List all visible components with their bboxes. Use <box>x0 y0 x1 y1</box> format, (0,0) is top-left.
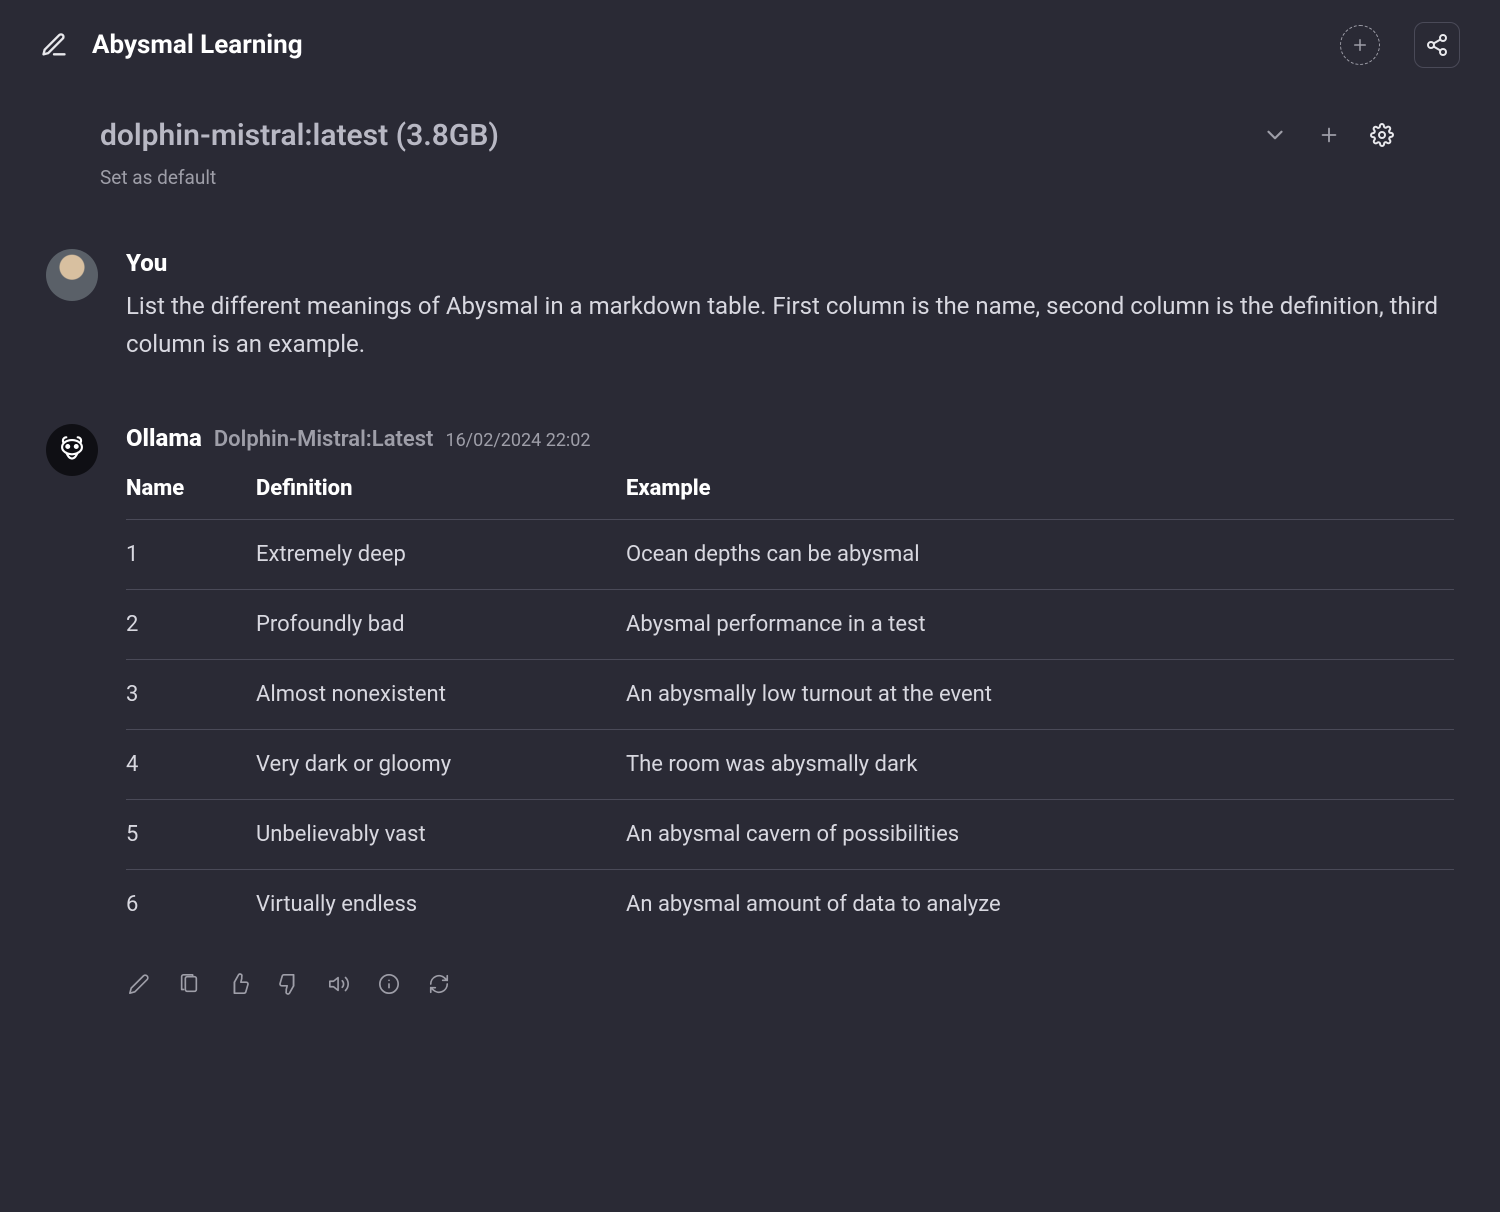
table-row: 2 Profoundly bad Abysmal performance in … <box>126 589 1454 659</box>
user-message-text: List the different meanings of Abysmal i… <box>126 287 1454 364</box>
edit-icon[interactable] <box>128 973 150 995</box>
thumbs-up-icon[interactable] <box>228 973 250 995</box>
settings-button[interactable] <box>1364 117 1400 153</box>
copy-icon[interactable] <box>178 973 200 995</box>
table-row: 4 Very dark or gloomy The room was abysm… <box>126 729 1454 799</box>
table-row: 6 Virtually endless An abysmal amount of… <box>126 869 1454 939</box>
table-row: 3 Almost nonexistent An abysmally low tu… <box>126 659 1454 729</box>
model-selector[interactable]: dolphin-mistral:latest (3.8GB) <box>100 118 499 153</box>
table-header-example: Example <box>626 462 1454 520</box>
cell-name: 3 <box>126 659 256 729</box>
table-header-definition: Definition <box>256 462 626 520</box>
cell-example: Ocean depths can be abysmal <box>626 519 1454 589</box>
table-row: 5 Unbelievably vast An abysmal cavern of… <box>126 799 1454 869</box>
cell-definition: Extremely deep <box>256 519 626 589</box>
sender-label: You <box>126 249 167 277</box>
cell-name: 5 <box>126 799 256 869</box>
cell-name: 4 <box>126 729 256 799</box>
chat-title: Abysmal Learning <box>92 30 303 60</box>
info-icon[interactable] <box>378 973 400 995</box>
set-default-link[interactable]: Set as default <box>0 154 1500 189</box>
share-button[interactable] <box>1414 22 1460 68</box>
table-row: 1 Extremely deep Ocean depths can be aby… <box>126 519 1454 589</box>
assistant-avatar <box>46 424 98 476</box>
model-tag: Dolphin-Mistral:Latest <box>214 427 434 452</box>
cell-example: Abysmal performance in a test <box>626 589 1454 659</box>
cell-definition: Profoundly bad <box>256 589 626 659</box>
message-timestamp: 16/02/2024 22:02 <box>445 430 590 451</box>
assistant-message: Ollama Dolphin-Mistral:Latest 16/02/2024… <box>46 424 1454 995</box>
sender-label: Ollama <box>126 424 202 452</box>
cell-definition: Almost nonexistent <box>256 659 626 729</box>
response-table: Name Definition Example 1 Extremely deep… <box>126 462 1454 939</box>
cell-definition: Unbelievably vast <box>256 799 626 869</box>
cell-example: The room was abysmally dark <box>626 729 1454 799</box>
cell-name: 2 <box>126 589 256 659</box>
cell-example: An abysmally low turnout at the event <box>626 659 1454 729</box>
regenerate-icon[interactable] <box>428 973 450 995</box>
speaker-icon[interactable] <box>328 973 350 995</box>
edit-title-icon[interactable] <box>40 31 68 59</box>
add-chat-button[interactable] <box>1312 118 1346 152</box>
cell-definition: Very dark or gloomy <box>256 729 626 799</box>
thumbs-down-icon[interactable] <box>278 973 300 995</box>
add-model-button[interactable] <box>1340 25 1380 65</box>
table-header-name: Name <box>126 462 256 520</box>
cell-definition: Virtually endless <box>256 869 626 939</box>
cell-example: An abysmal amount of data to analyze <box>626 869 1454 939</box>
user-avatar <box>46 249 98 301</box>
cell-name: 6 <box>126 869 256 939</box>
cell-example: An abysmal cavern of possibilities <box>626 799 1454 869</box>
user-message: You List the different meanings of Abysm… <box>46 249 1454 364</box>
cell-name: 1 <box>126 519 256 589</box>
chevron-down-icon[interactable] <box>1256 116 1294 154</box>
